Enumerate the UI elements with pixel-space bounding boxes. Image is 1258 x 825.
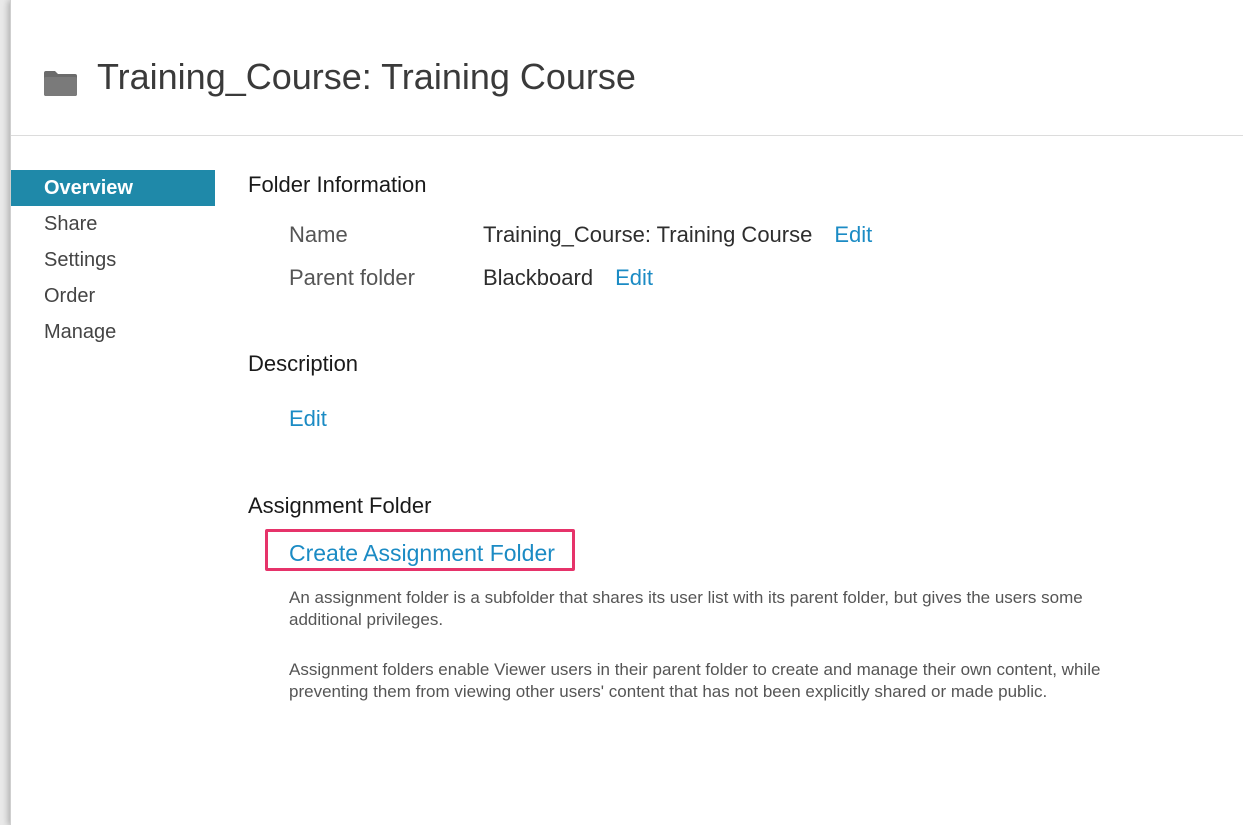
page-header: Training_Course: Training Course: [11, 0, 1243, 136]
folder-overview-panel: Training_Course: Training Course Overvie…: [10, 0, 1258, 825]
name-label: Name: [289, 222, 348, 247]
sidebar-item-manage[interactable]: Manage: [11, 314, 215, 350]
parent-folder-value: Blackboard: [483, 265, 594, 290]
sidebar-item-settings[interactable]: Settings: [11, 242, 215, 278]
parent-folder-label: Parent folder: [289, 265, 415, 290]
description-heading: Description: [248, 351, 359, 376]
sidebar-item-order[interactable]: Order: [11, 278, 215, 314]
edit-parent-folder-link[interactable]: Edit: [615, 265, 653, 290]
folder-icon: [44, 70, 77, 96]
sidebar-item-overview[interactable]: Overview: [11, 170, 215, 206]
page-title: Training_Course: Training Course: [97, 56, 636, 97]
assignment-help-text-2: Assignment folders enable Viewer users i…: [289, 660, 1101, 701]
create-assignment-folder-link[interactable]: Create Assignment Folder: [289, 540, 555, 567]
assignment-folder-heading: Assignment Folder: [248, 493, 432, 518]
parent-folder-row: Blackboard Edit: [483, 265, 653, 291]
edit-description-link[interactable]: Edit: [289, 406, 327, 432]
sidebar-nav: Overview Share Settings Order Manage: [11, 170, 215, 350]
sidebar-item-share[interactable]: Share: [11, 206, 215, 242]
folder-information-heading: Folder Information: [248, 172, 427, 197]
assignment-help-text-1: An assignment folder is a subfolder that…: [289, 588, 1083, 629]
edit-name-link[interactable]: Edit: [834, 222, 872, 247]
name-value: Training_Course: Training Course: [483, 222, 813, 247]
name-row: Training_Course: Training Course Edit: [483, 222, 872, 248]
